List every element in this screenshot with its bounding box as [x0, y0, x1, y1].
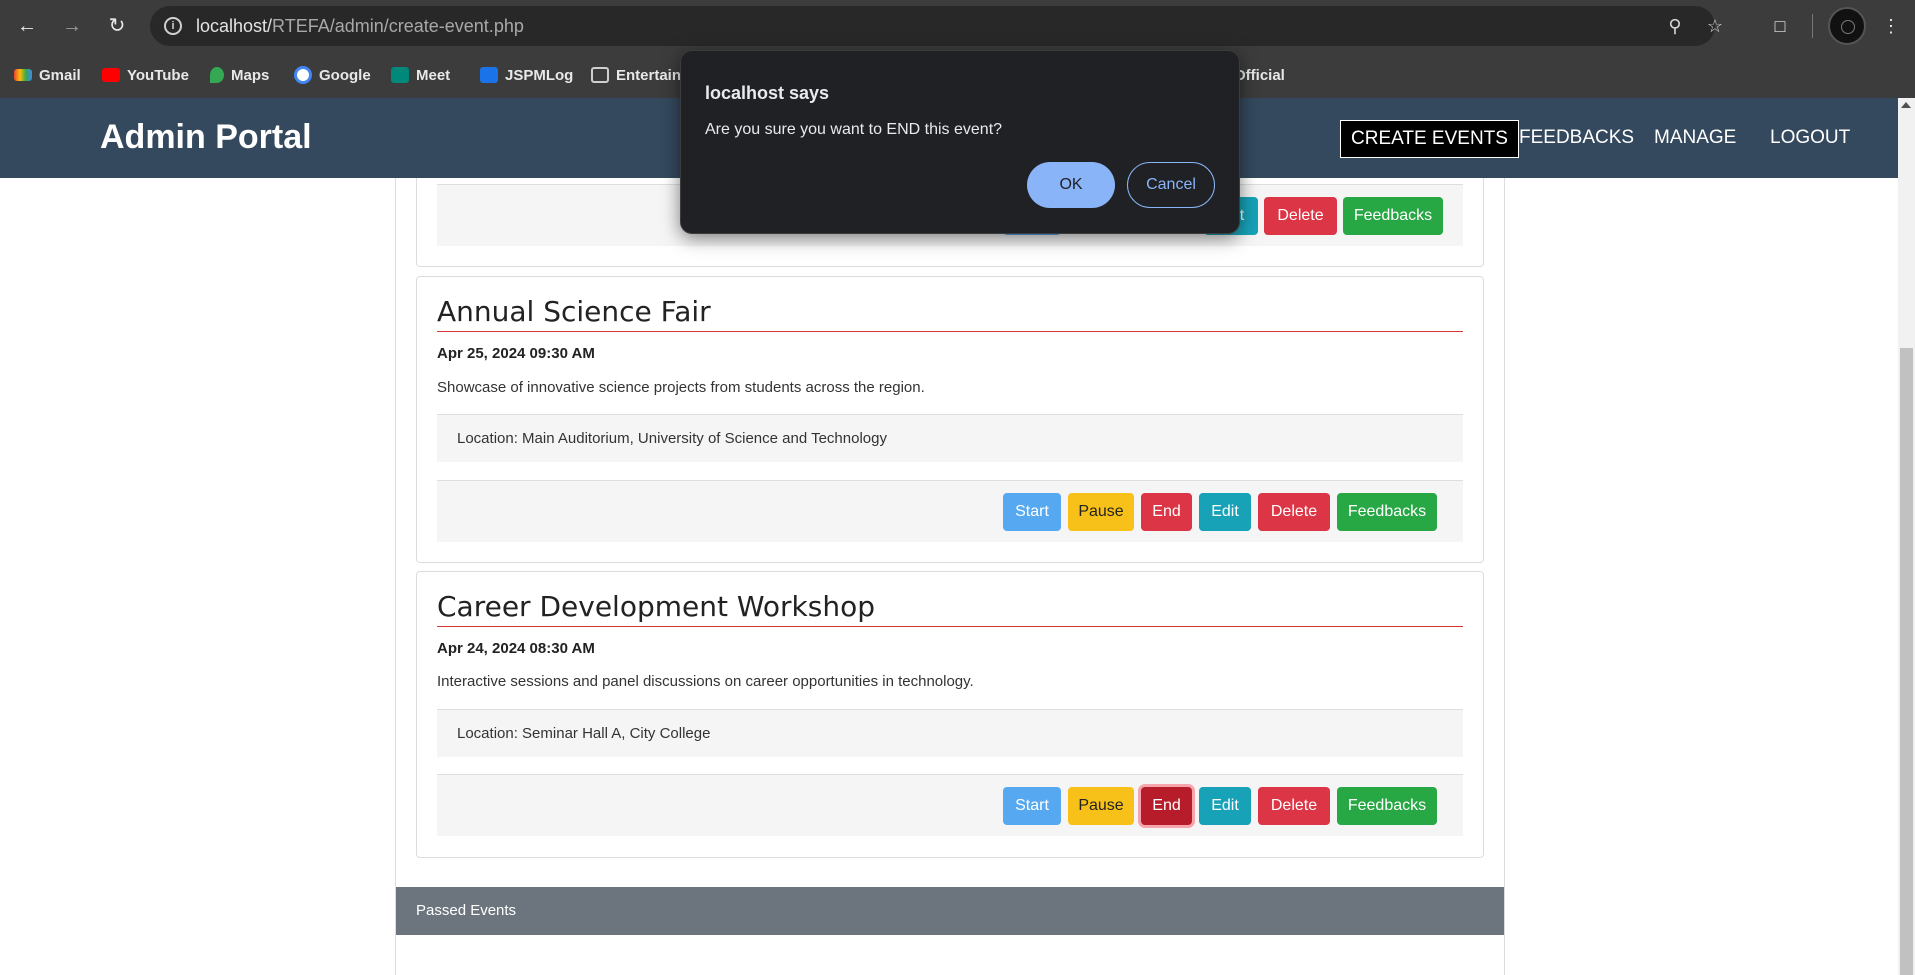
delete-button[interactable]: Delete [1258, 493, 1330, 531]
event-location: Location: Main Auditorium, University of… [437, 414, 1463, 462]
end-button[interactable]: End [1141, 493, 1192, 531]
nav-manage[interactable]: MANAGE [1644, 120, 1746, 158]
page-scrollbar[interactable] [1898, 98, 1915, 975]
feedbacks-button[interactable]: Feedbacks [1337, 787, 1437, 825]
passed-events-header[interactable]: Passed Events [396, 887, 1504, 935]
scroll-thumb[interactable] [1900, 348, 1913, 975]
event-description: Showcase of innovative science projects … [437, 379, 925, 396]
nav-logout[interactable]: LOGOUT [1760, 120, 1860, 158]
bookmark-official[interactable]: Official [1234, 64, 1285, 86]
delete-button[interactable]: Delete [1264, 197, 1337, 235]
title-underline [437, 331, 1463, 332]
event-card: Career Development Workshop Apr 24, 2024… [416, 571, 1484, 858]
profile-avatar[interactable] [1828, 7, 1866, 45]
event-actions: Start Pause End Edit Delete Feedbacks [437, 480, 1463, 542]
folder-icon [591, 67, 609, 83]
edit-button[interactable]: Edit [1199, 493, 1251, 531]
bookmark-star-icon[interactable]: ☆ [1703, 14, 1727, 38]
event-title: Career Development Workshop [437, 590, 876, 623]
scroll-up-icon[interactable] [1901, 102, 1911, 108]
nav-feedbacks[interactable]: FEEDBACKS [1509, 120, 1644, 158]
google-icon [294, 66, 312, 84]
bookmark-google[interactable]: Google [294, 64, 371, 86]
bookmark-maps[interactable]: Maps [210, 64, 269, 86]
event-date: Apr 25, 2024 09:30 AM [437, 345, 595, 362]
meet-icon [391, 67, 409, 83]
browser-toolbar: ← → ↻ i localhost/RTEFA/admin/create-eve… [0, 0, 1915, 52]
event-description: Interactive sessions and panel discussio… [437, 673, 974, 690]
more-menu-icon[interactable]: ⋮ [1877, 12, 1905, 40]
extensions-icon[interactable]: □ [1766, 12, 1794, 40]
bookmark-youtube[interactable]: YouTube [102, 64, 189, 86]
bookmark-gmail[interactable]: Gmail [14, 64, 81, 86]
feedbacks-button[interactable]: Feedbacks [1337, 493, 1437, 531]
ok-button[interactable]: OK [1027, 162, 1115, 208]
brand-title: Admin Portal [100, 118, 312, 156]
end-button[interactable]: End [1141, 787, 1192, 825]
reload-icon[interactable]: ↻ [103, 12, 131, 40]
pause-button[interactable]: Pause [1068, 493, 1134, 531]
event-actions: Start Pause End Edit Delete Feedbacks [437, 774, 1463, 836]
pause-button[interactable]: Pause [1068, 787, 1134, 825]
event-title: Annual Science Fair [437, 295, 711, 328]
gmail-icon [14, 69, 32, 81]
forward-icon[interactable]: → [58, 12, 86, 40]
bookmark-jspmlog[interactable]: JSPMLog [480, 64, 573, 86]
url-text[interactable]: localhost/RTEFA/admin/create-event.php [196, 16, 524, 37]
event-card: Annual Science Fair Apr 25, 2024 09:30 A… [416, 276, 1484, 563]
dialog-title: localhost says [705, 83, 830, 103]
bookmark-meet[interactable]: Meet [391, 64, 450, 86]
title-underline [437, 626, 1463, 627]
dialog-message: Are you sure you want to END this event? [705, 121, 1003, 138]
delete-button[interactable]: Delete [1258, 787, 1330, 825]
confirm-dialog: localhost says Are you sure you want to … [680, 50, 1240, 234]
cancel-button[interactable]: Cancel [1127, 162, 1215, 208]
feedbacks-button[interactable]: Feedbacks [1343, 197, 1443, 235]
start-button[interactable]: Start [1003, 493, 1061, 531]
event-date: Apr 24, 2024 08:30 AM [437, 640, 595, 657]
youtube-icon [102, 68, 120, 82]
back-icon[interactable]: ← [13, 12, 41, 40]
toolbar-divider [1812, 14, 1813, 38]
nav-create-events[interactable]: CREATE EVENTS [1340, 120, 1519, 158]
zoom-icon[interactable]: ⚲ [1663, 14, 1687, 38]
maps-icon [210, 67, 224, 83]
edit-button[interactable]: Edit [1199, 787, 1251, 825]
bookmark-folder-entertain[interactable]: Entertain [591, 64, 681, 86]
site-info-icon[interactable]: i [164, 17, 182, 35]
address-bar[interactable]: i localhost/RTEFA/admin/create-event.php… [150, 6, 1723, 46]
event-location: Location: Seminar Hall A, City College [437, 709, 1463, 757]
jspmlog-icon [480, 67, 498, 83]
start-button[interactable]: Start [1003, 787, 1061, 825]
